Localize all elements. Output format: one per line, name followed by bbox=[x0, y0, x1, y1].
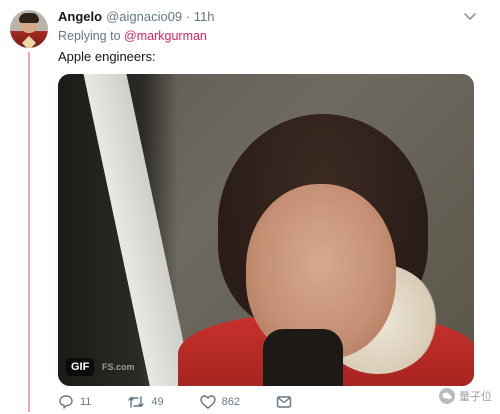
media-watermark: FS.com bbox=[102, 362, 135, 372]
like-count: 862 bbox=[221, 396, 241, 408]
author-meta[interactable]: @aignacio09 · 11h bbox=[106, 9, 214, 24]
brand-watermark: 量子位 bbox=[439, 388, 492, 404]
thread-line bbox=[28, 52, 30, 412]
retweet-button[interactable]: 49 bbox=[127, 395, 164, 409]
heart-icon bbox=[199, 395, 216, 409]
reply-button[interactable]: 11 bbox=[58, 395, 91, 409]
avatar[interactable] bbox=[10, 10, 48, 48]
reply-icon bbox=[59, 395, 73, 409]
media-scarf bbox=[263, 329, 343, 386]
retweet-count: 49 bbox=[151, 396, 164, 408]
share-icon bbox=[276, 396, 292, 408]
gif-media[interactable]: GIF FS.com bbox=[58, 74, 474, 386]
chevron-down-icon[interactable] bbox=[462, 9, 478, 25]
replying-prefix: Replying to bbox=[58, 29, 121, 43]
wechat-icon bbox=[439, 388, 455, 404]
tweet-header: Angelo @aignacio09 · 11h bbox=[58, 9, 470, 27]
avatar-collar bbox=[21, 35, 37, 48]
brand-watermark-text: 量子位 bbox=[459, 391, 492, 403]
like-button[interactable]: 862 bbox=[199, 395, 241, 409]
retweet-icon bbox=[128, 396, 145, 408]
author-name[interactable]: Angelo bbox=[58, 9, 102, 24]
reply-count: 11 bbox=[80, 396, 92, 408]
replying-handle-link[interactable]: @markgurman bbox=[124, 29, 207, 43]
tweet-actions: 11 49 862 bbox=[58, 394, 334, 410]
share-button[interactable] bbox=[276, 395, 298, 409]
avatar-hair bbox=[19, 13, 39, 23]
replying-to: Replying to @markgurman bbox=[58, 29, 207, 43]
tweet-text: Apple engineers: bbox=[58, 49, 156, 64]
gif-badge: GIF bbox=[66, 358, 95, 376]
